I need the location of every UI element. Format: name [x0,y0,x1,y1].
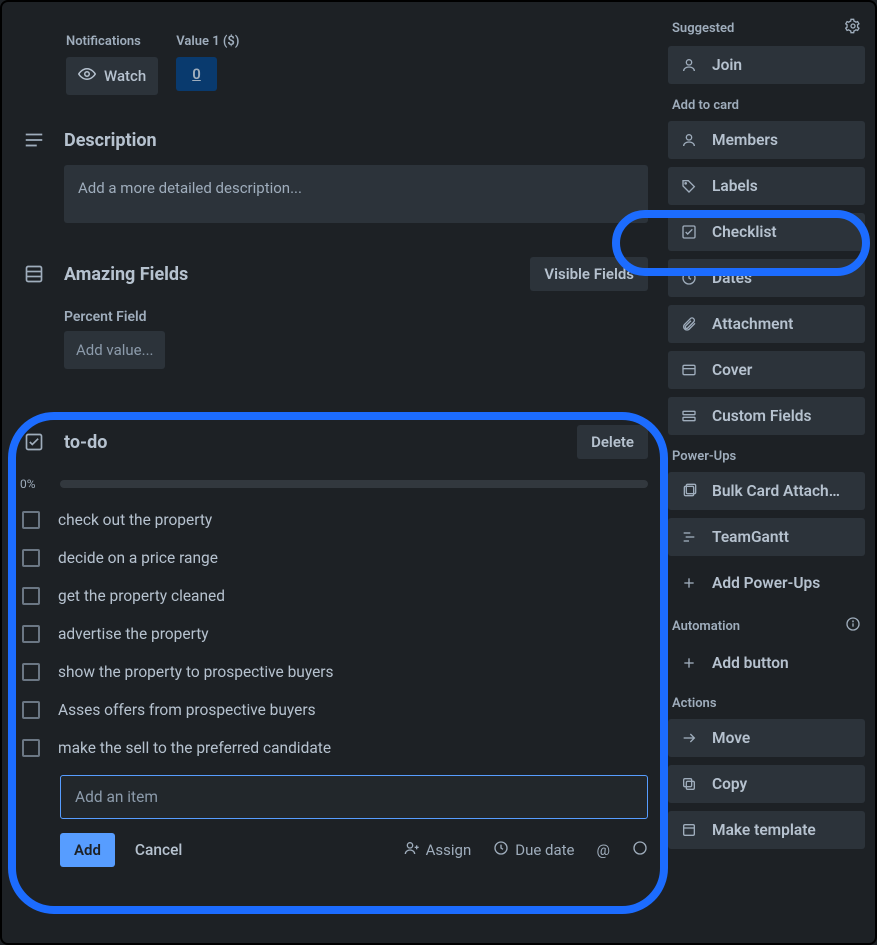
bulk-attach-button[interactable]: Bulk Card Attach… [668,472,865,510]
assign-button[interactable]: Assign [404,840,472,860]
delete-checklist-button[interactable]: Delete [577,425,648,459]
cover-button[interactable]: Cover [668,351,865,389]
checkbox[interactable] [22,739,40,757]
checkbox[interactable] [22,625,40,643]
checkbox[interactable] [22,663,40,681]
percent-field-label: Percent Field [64,309,648,325]
checklist-icon [680,224,698,240]
move-button[interactable]: Move [668,719,865,757]
card-sidebar: Suggested Join Add to card Members Label… [668,2,875,943]
copy-icon [680,776,698,792]
paperclip-icon [680,316,698,332]
mention-button[interactable]: @ [597,841,610,859]
labels-button[interactable]: Labels [668,167,865,205]
checklist-item-text: get the property cleaned [58,587,225,605]
eye-icon [78,65,96,87]
notifications-label: Notifications [66,34,158,49]
clock-icon [493,840,509,860]
fields-icon [20,264,48,284]
description-icon [20,129,48,151]
suggested-heading: Suggested [668,12,865,46]
cover-icon [680,362,698,378]
stack-icon [680,483,698,499]
gantt-icon [680,529,698,545]
teamgantt-button[interactable]: TeamGantt [668,518,865,556]
checkbox[interactable] [22,549,40,567]
add-item-input[interactable]: Add an item [60,775,648,819]
amazing-fields-title: Amazing Fields [64,264,188,285]
clock-icon [680,270,698,286]
copy-button[interactable]: Copy [668,765,865,803]
checklist-item[interactable]: decide on a price range [20,539,648,577]
powerups-heading: Power-Ups [668,443,865,472]
watch-label: Watch [104,67,146,85]
description-title: Description [64,130,157,151]
visible-fields-button[interactable]: Visible Fields [530,257,648,291]
emoji-button[interactable] [632,840,648,860]
gear-icon[interactable] [845,18,861,38]
checkbox[interactable] [22,587,40,605]
template-icon [680,822,698,838]
description-input[interactable]: Add a more detailed description... [64,165,648,223]
add-automation-button[interactable]: Add button [668,644,865,682]
plus-icon [680,655,698,671]
emoji-icon [632,840,648,860]
amazing-fields-section: Amazing Fields Visible Fields Percent Fi… [20,257,648,369]
plus-icon [680,575,698,591]
dates-button[interactable]: Dates [668,259,865,297]
checklist-button[interactable]: Checklist [668,213,865,251]
checklist-section: to-do Delete 0% check out the property de… [20,425,648,867]
info-icon[interactable] [845,616,861,636]
add-item-button[interactable]: Add [60,833,115,867]
checklist-item-text: show the property to prospective buyers [58,663,334,681]
checklist-title: to-do [64,432,107,453]
checklist-item[interactable]: Asses offers from prospective buyers [20,691,648,729]
person-icon [680,132,698,148]
value-amount: 0 [192,65,201,83]
person-icon [680,57,698,73]
watch-button[interactable]: Watch [66,57,158,95]
checkbox[interactable] [22,701,40,719]
checklist-progress-percent: 0% [20,477,48,491]
cancel-add-item-button[interactable]: Cancel [135,841,182,859]
value-label: Value 1 ($) [176,34,239,49]
person-plus-icon [404,840,420,860]
checklist-icon [20,432,48,452]
custom-fields-button[interactable]: Custom Fields [668,397,865,435]
checklist-item[interactable]: check out the property [20,501,648,539]
checklist-item-text: decide on a price range [58,549,218,567]
add-powerups-button[interactable]: Add Power-Ups [668,564,865,602]
value-chip[interactable]: 0 [176,57,217,91]
card-meta-row: Notifications Watch Value 1 ($) 0 [20,34,648,95]
percent-field-input[interactable]: Add value... [64,331,165,369]
checklist-item-text: make the sell to the preferred candidate [58,739,331,757]
checklist-item[interactable]: show the property to prospective buyers [20,653,648,691]
automation-heading: Automation [668,610,865,644]
checklist-item-text: Asses offers from prospective buyers [58,701,316,719]
checklist-item[interactable]: make the sell to the preferred candidate [20,729,648,767]
checklist-item[interactable]: advertise the property [20,615,648,653]
add-to-card-heading: Add to card [668,92,865,121]
due-date-button[interactable]: Due date [493,840,574,860]
tag-icon [680,178,698,194]
checklist-progress-bar [60,480,648,488]
attachment-button[interactable]: Attachment [668,305,865,343]
checklist-item-text: advertise the property [58,625,209,643]
join-button[interactable]: Join [668,46,865,84]
checklist-item[interactable]: get the property cleaned [20,577,648,615]
custom-fields-icon [680,408,698,424]
make-template-button[interactable]: Make template [668,811,865,849]
checkbox[interactable] [22,511,40,529]
actions-heading: Actions [668,690,865,719]
members-button[interactable]: Members [668,121,865,159]
arrow-right-icon [680,730,698,746]
checklist-item-text: check out the property [58,511,212,529]
description-section: Description Add a more detailed descript… [20,129,648,223]
